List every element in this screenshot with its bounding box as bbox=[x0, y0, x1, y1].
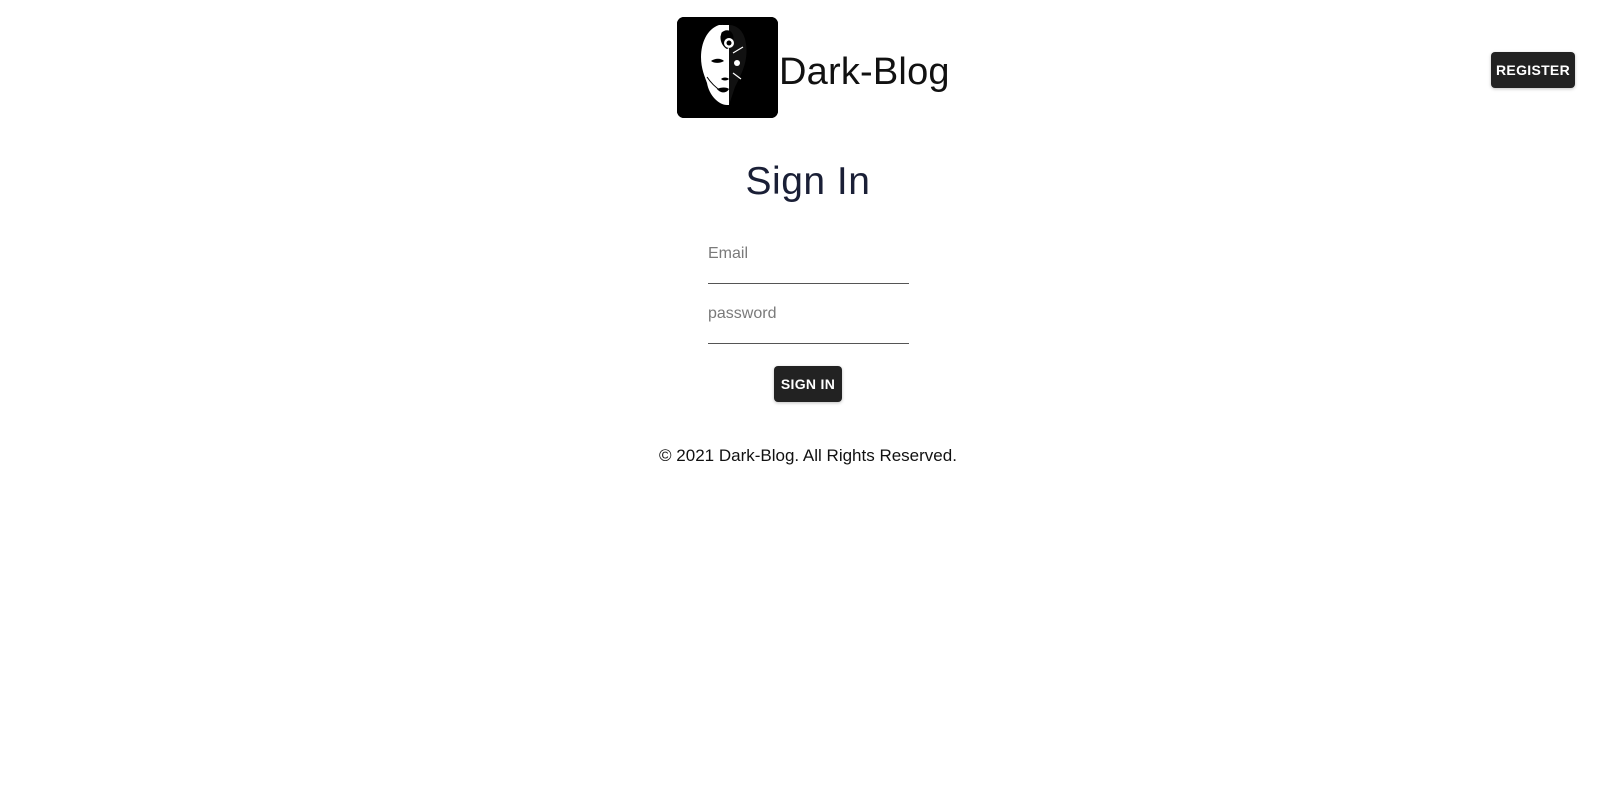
email-field[interactable] bbox=[708, 242, 909, 284]
page: Dark-Blog REGISTER Sign In SIGN IN © 202… bbox=[0, 0, 1600, 786]
page-title: Sign In bbox=[745, 160, 871, 203]
password-field-wrapper bbox=[708, 302, 909, 346]
password-field[interactable] bbox=[708, 302, 909, 344]
brand-name: Dark-Blog bbox=[779, 50, 950, 93]
sign-in-button[interactable]: SIGN IN bbox=[774, 366, 842, 402]
register-button[interactable]: REGISTER bbox=[1491, 52, 1575, 88]
header: Dark-Blog REGISTER bbox=[0, 0, 1600, 130]
face-mask-logo-icon bbox=[677, 16, 778, 118]
email-field-wrapper bbox=[708, 242, 909, 286]
footer-copyright: © 2021 Dark-Blog. All Rights Reserved. bbox=[659, 446, 957, 465]
brand-link[interactable]: Dark-Blog bbox=[677, 16, 950, 118]
